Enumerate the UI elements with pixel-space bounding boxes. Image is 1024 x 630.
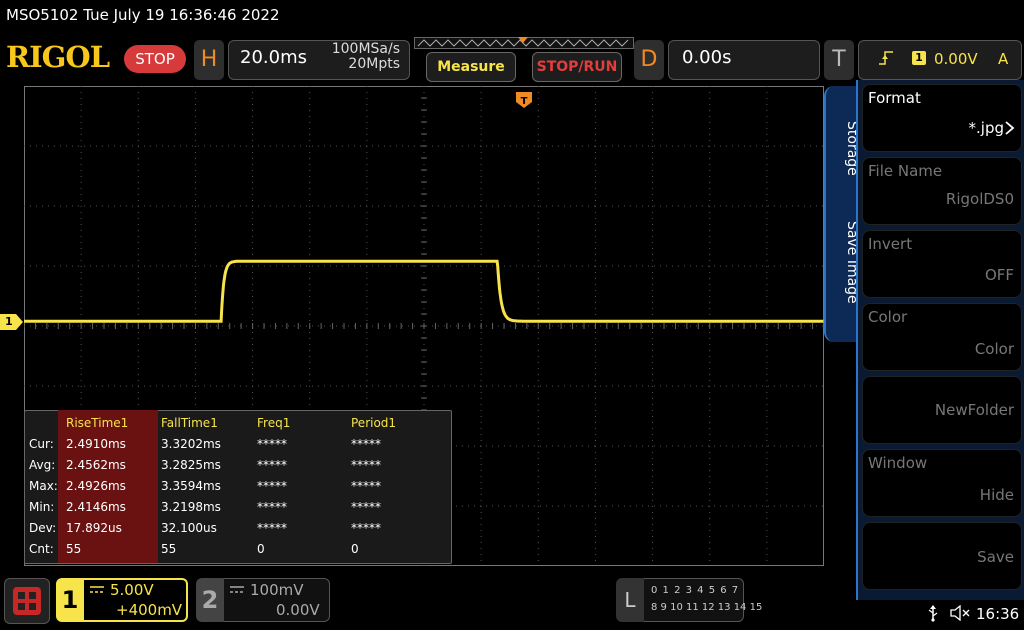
format-title: Format (868, 89, 921, 107)
dc-coupling-icon (90, 586, 104, 593)
svg-text:T: T (521, 96, 528, 107)
measurement-cell: 55 (161, 542, 177, 556)
measurement-cell: ***** (257, 521, 287, 535)
trigger-mode-value: A (998, 50, 1009, 68)
delay-value: 0.00s (682, 47, 732, 68)
trigger-level-value: 0.00V (934, 50, 978, 68)
color-value: Color (974, 340, 1014, 358)
channel-2-scale: 100mV (250, 581, 304, 599)
measurement-row-label: Cur: (29, 437, 54, 451)
measurement-row-label: Dev: (29, 521, 57, 535)
model-datetime-label: MSO5102 Tue July 19 16:36:46 2022 (6, 6, 280, 24)
channel-2-offset: 0.00V (276, 601, 320, 619)
trigger-source-badge: 1 (912, 51, 926, 65)
channel-1-scale: 5.00V (110, 581, 154, 599)
measurement-cell: ***** (257, 458, 287, 472)
save-label: Save (977, 548, 1014, 566)
file-name-title: File Name (868, 162, 943, 180)
measurement-header: Period1 (351, 416, 397, 430)
tab-save-image[interactable]: Save Image (824, 212, 860, 312)
measurement-row-label: Max: (29, 479, 58, 493)
window-value: Hide (979, 486, 1014, 504)
measurement-cell: 2.4562ms (66, 458, 126, 472)
grid-menu-icon (13, 587, 41, 615)
memory-depth-value: 20Mpts (348, 56, 400, 72)
measurement-cell: 0 (351, 542, 359, 556)
measurement-cell: ***** (351, 437, 381, 451)
measurement-cell: ***** (257, 479, 287, 493)
measurement-cell: 3.2825ms (161, 458, 221, 472)
delay-button[interactable]: D (634, 40, 664, 80)
color-title: Color (868, 308, 908, 326)
logic-analyzer-button[interactable]: L (616, 578, 644, 622)
measurement-cell: 3.3594ms (161, 479, 221, 493)
measurement-cell: ***** (351, 458, 381, 472)
channel-2-button[interactable]: 2 (196, 578, 224, 622)
stop-run-button[interactable]: STOP/RUN (532, 52, 622, 82)
measurement-cell: ***** (257, 500, 287, 514)
timebase-value: 20.0ms (240, 47, 307, 68)
rising-edge-icon (879, 51, 893, 65)
clock-time: 16:36 (976, 605, 1020, 623)
dc-coupling-icon (230, 586, 244, 593)
measurement-cell: ***** (351, 479, 381, 493)
speaker-muted-icon[interactable] (950, 605, 972, 621)
channel-1-button[interactable]: 1 (56, 578, 84, 622)
horizontal-button[interactable]: H (194, 40, 224, 80)
measurement-row-label: Cnt: (29, 542, 54, 556)
measurement-cell: 32.100us (161, 521, 217, 535)
invert-value: OFF (984, 266, 1014, 284)
measurement-cell: ***** (351, 500, 381, 514)
measurement-cell: 55 (66, 542, 82, 556)
window-title: Window (868, 454, 928, 472)
format-value: *.jpg (968, 119, 1004, 137)
measurement-cell: 0 (257, 542, 265, 556)
file-name-value: RigolDS0 (945, 190, 1014, 208)
measurement-header: FallTime1 (161, 416, 218, 430)
measurement-cell: 2.4910ms (66, 437, 126, 451)
channel-1-trace (24, 259, 824, 323)
usb-icon (928, 605, 938, 622)
chevron-right-icon (1005, 121, 1015, 135)
trigger-button[interactable]: T (824, 40, 854, 80)
waveform-overview-strip (414, 37, 634, 49)
new-folder-label: NewFolder (934, 401, 1014, 419)
measurement-cell: ***** (351, 521, 381, 535)
measurement-cell: 3.3202ms (161, 437, 221, 451)
main-menu-button[interactable] (4, 578, 50, 624)
channel-1-marker-label: 1 (5, 315, 13, 328)
measurement-cell: ***** (257, 437, 287, 451)
measurement-cell: 2.4926ms (66, 479, 126, 493)
measurement-cell: 2.4146ms (66, 500, 126, 514)
rigol-logo: RIGOL (6, 40, 110, 74)
tab-storage[interactable]: Storage (824, 112, 860, 184)
logic-channels-row-2: 8 9 10 11 12 13 14 15 (651, 602, 763, 613)
sample-rate-value: 100MSa/s (331, 41, 400, 57)
measurement-header: RiseTime1 (66, 416, 129, 430)
measurement-cell: 17.892us (66, 521, 122, 535)
invert-title: Invert (868, 235, 913, 253)
measurement-row-label: Avg: (29, 458, 56, 472)
sample-rate-info: 100MSa/s 20Mpts (318, 42, 400, 72)
measurement-cell: 3.2198ms (161, 500, 221, 514)
logic-channels-row-1: 0 1 2 3 4 5 6 7 (651, 585, 740, 596)
run-state-badge[interactable]: STOP (124, 45, 186, 73)
measurement-header: Freq1 (257, 416, 291, 430)
measure-button[interactable]: Measure (426, 52, 516, 82)
channel-1-offset: +400mV (116, 601, 183, 619)
measurement-row-label: Min: (29, 500, 55, 514)
